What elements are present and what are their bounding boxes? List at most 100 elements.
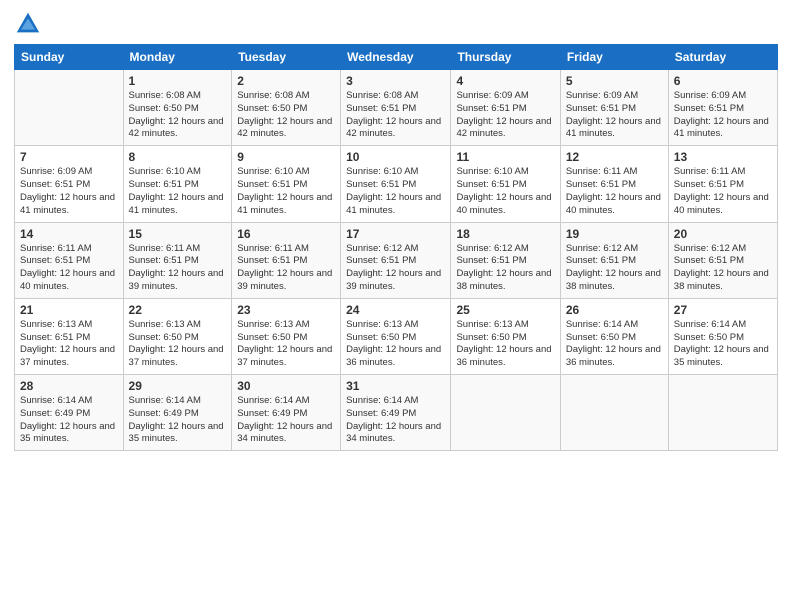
day-info: Sunrise: 6:11 AMSunset: 6:51 PMDaylight:… — [129, 243, 227, 294]
day-number: 15 — [129, 227, 227, 241]
day-number: 1 — [129, 74, 227, 88]
calendar-cell: 16 Sunrise: 6:11 AMSunset: 6:51 PMDaylig… — [232, 222, 341, 298]
day-number: 22 — [129, 303, 227, 317]
day-info: Sunrise: 6:14 AMSunset: 6:49 PMDaylight:… — [20, 395, 118, 446]
calendar-cell: 12 Sunrise: 6:11 AMSunset: 6:51 PMDaylig… — [560, 146, 668, 222]
day-number: 11 — [456, 150, 554, 164]
calendar-cell — [15, 70, 124, 146]
calendar-cell: 27 Sunrise: 6:14 AMSunset: 6:50 PMDaylig… — [668, 298, 777, 374]
day-info: Sunrise: 6:14 AMSunset: 6:49 PMDaylight:… — [129, 395, 227, 446]
weekday-header-wednesday: Wednesday — [341, 45, 451, 70]
day-info: Sunrise: 6:11 AMSunset: 6:51 PMDaylight:… — [20, 243, 118, 294]
calendar-cell: 17 Sunrise: 6:12 AMSunset: 6:51 PMDaylig… — [341, 222, 451, 298]
calendar-cell: 10 Sunrise: 6:10 AMSunset: 6:51 PMDaylig… — [341, 146, 451, 222]
day-number: 2 — [237, 74, 335, 88]
calendar-cell: 23 Sunrise: 6:13 AMSunset: 6:50 PMDaylig… — [232, 298, 341, 374]
calendar-cell: 28 Sunrise: 6:14 AMSunset: 6:49 PMDaylig… — [15, 375, 124, 451]
weekday-header-tuesday: Tuesday — [232, 45, 341, 70]
calendar-week-row: 28 Sunrise: 6:14 AMSunset: 6:49 PMDaylig… — [15, 375, 778, 451]
logo-icon — [14, 10, 42, 38]
header — [14, 10, 778, 38]
calendar-header-row: SundayMondayTuesdayWednesdayThursdayFrid… — [15, 45, 778, 70]
calendar-cell: 19 Sunrise: 6:12 AMSunset: 6:51 PMDaylig… — [560, 222, 668, 298]
day-info: Sunrise: 6:08 AMSunset: 6:50 PMDaylight:… — [237, 90, 335, 141]
day-info: Sunrise: 6:11 AMSunset: 6:51 PMDaylight:… — [237, 243, 335, 294]
day-number: 12 — [566, 150, 663, 164]
calendar-cell: 7 Sunrise: 6:09 AMSunset: 6:51 PMDayligh… — [15, 146, 124, 222]
day-info: Sunrise: 6:11 AMSunset: 6:51 PMDaylight:… — [566, 166, 663, 217]
day-info: Sunrise: 6:14 AMSunset: 6:49 PMDaylight:… — [237, 395, 335, 446]
day-info: Sunrise: 6:10 AMSunset: 6:51 PMDaylight:… — [456, 166, 554, 217]
day-info: Sunrise: 6:08 AMSunset: 6:51 PMDaylight:… — [346, 90, 445, 141]
calendar-cell: 5 Sunrise: 6:09 AMSunset: 6:51 PMDayligh… — [560, 70, 668, 146]
day-number: 19 — [566, 227, 663, 241]
calendar-cell — [560, 375, 668, 451]
calendar-cell: 2 Sunrise: 6:08 AMSunset: 6:50 PMDayligh… — [232, 70, 341, 146]
day-info: Sunrise: 6:13 AMSunset: 6:50 PMDaylight:… — [346, 319, 445, 370]
day-info: Sunrise: 6:09 AMSunset: 6:51 PMDaylight:… — [20, 166, 118, 217]
page: SundayMondayTuesdayWednesdayThursdayFrid… — [0, 0, 792, 612]
calendar-cell: 9 Sunrise: 6:10 AMSunset: 6:51 PMDayligh… — [232, 146, 341, 222]
day-info: Sunrise: 6:12 AMSunset: 6:51 PMDaylight:… — [456, 243, 554, 294]
day-number: 13 — [674, 150, 772, 164]
day-info: Sunrise: 6:10 AMSunset: 6:51 PMDaylight:… — [346, 166, 445, 217]
day-number: 8 — [129, 150, 227, 164]
weekday-header-friday: Friday — [560, 45, 668, 70]
calendar-cell: 22 Sunrise: 6:13 AMSunset: 6:50 PMDaylig… — [123, 298, 232, 374]
calendar: SundayMondayTuesdayWednesdayThursdayFrid… — [14, 44, 778, 451]
day-info: Sunrise: 6:12 AMSunset: 6:51 PMDaylight:… — [566, 243, 663, 294]
calendar-cell: 26 Sunrise: 6:14 AMSunset: 6:50 PMDaylig… — [560, 298, 668, 374]
calendar-cell: 8 Sunrise: 6:10 AMSunset: 6:51 PMDayligh… — [123, 146, 232, 222]
day-info: Sunrise: 6:13 AMSunset: 6:50 PMDaylight:… — [456, 319, 554, 370]
calendar-cell: 29 Sunrise: 6:14 AMSunset: 6:49 PMDaylig… — [123, 375, 232, 451]
day-info: Sunrise: 6:14 AMSunset: 6:50 PMDaylight:… — [674, 319, 772, 370]
weekday-header-saturday: Saturday — [668, 45, 777, 70]
day-info: Sunrise: 6:08 AMSunset: 6:50 PMDaylight:… — [129, 90, 227, 141]
weekday-header-sunday: Sunday — [15, 45, 124, 70]
day-info: Sunrise: 6:11 AMSunset: 6:51 PMDaylight:… — [674, 166, 772, 217]
day-number: 17 — [346, 227, 445, 241]
weekday-header-monday: Monday — [123, 45, 232, 70]
day-info: Sunrise: 6:09 AMSunset: 6:51 PMDaylight:… — [566, 90, 663, 141]
day-number: 27 — [674, 303, 772, 317]
day-number: 18 — [456, 227, 554, 241]
day-number: 7 — [20, 150, 118, 164]
day-number: 5 — [566, 74, 663, 88]
day-info: Sunrise: 6:13 AMSunset: 6:50 PMDaylight:… — [129, 319, 227, 370]
day-number: 26 — [566, 303, 663, 317]
calendar-cell: 1 Sunrise: 6:08 AMSunset: 6:50 PMDayligh… — [123, 70, 232, 146]
calendar-cell: 31 Sunrise: 6:14 AMSunset: 6:49 PMDaylig… — [341, 375, 451, 451]
day-number: 10 — [346, 150, 445, 164]
calendar-week-row: 1 Sunrise: 6:08 AMSunset: 6:50 PMDayligh… — [15, 70, 778, 146]
calendar-week-row: 21 Sunrise: 6:13 AMSunset: 6:51 PMDaylig… — [15, 298, 778, 374]
day-number: 31 — [346, 379, 445, 393]
day-number: 25 — [456, 303, 554, 317]
calendar-week-row: 14 Sunrise: 6:11 AMSunset: 6:51 PMDaylig… — [15, 222, 778, 298]
calendar-cell — [668, 375, 777, 451]
day-number: 21 — [20, 303, 118, 317]
day-number: 14 — [20, 227, 118, 241]
day-number: 9 — [237, 150, 335, 164]
calendar-cell: 18 Sunrise: 6:12 AMSunset: 6:51 PMDaylig… — [451, 222, 560, 298]
calendar-cell: 25 Sunrise: 6:13 AMSunset: 6:50 PMDaylig… — [451, 298, 560, 374]
day-number: 16 — [237, 227, 335, 241]
calendar-cell: 6 Sunrise: 6:09 AMSunset: 6:51 PMDayligh… — [668, 70, 777, 146]
calendar-week-row: 7 Sunrise: 6:09 AMSunset: 6:51 PMDayligh… — [15, 146, 778, 222]
calendar-cell: 20 Sunrise: 6:12 AMSunset: 6:51 PMDaylig… — [668, 222, 777, 298]
calendar-cell: 3 Sunrise: 6:08 AMSunset: 6:51 PMDayligh… — [341, 70, 451, 146]
day-info: Sunrise: 6:10 AMSunset: 6:51 PMDaylight:… — [237, 166, 335, 217]
day-number: 28 — [20, 379, 118, 393]
day-info: Sunrise: 6:13 AMSunset: 6:51 PMDaylight:… — [20, 319, 118, 370]
calendar-cell: 24 Sunrise: 6:13 AMSunset: 6:50 PMDaylig… — [341, 298, 451, 374]
day-info: Sunrise: 6:10 AMSunset: 6:51 PMDaylight:… — [129, 166, 227, 217]
day-number: 29 — [129, 379, 227, 393]
weekday-header-thursday: Thursday — [451, 45, 560, 70]
day-info: Sunrise: 6:12 AMSunset: 6:51 PMDaylight:… — [674, 243, 772, 294]
logo — [14, 10, 44, 38]
calendar-cell: 11 Sunrise: 6:10 AMSunset: 6:51 PMDaylig… — [451, 146, 560, 222]
day-number: 24 — [346, 303, 445, 317]
day-info: Sunrise: 6:09 AMSunset: 6:51 PMDaylight:… — [456, 90, 554, 141]
day-number: 4 — [456, 74, 554, 88]
calendar-cell: 15 Sunrise: 6:11 AMSunset: 6:51 PMDaylig… — [123, 222, 232, 298]
day-number: 20 — [674, 227, 772, 241]
